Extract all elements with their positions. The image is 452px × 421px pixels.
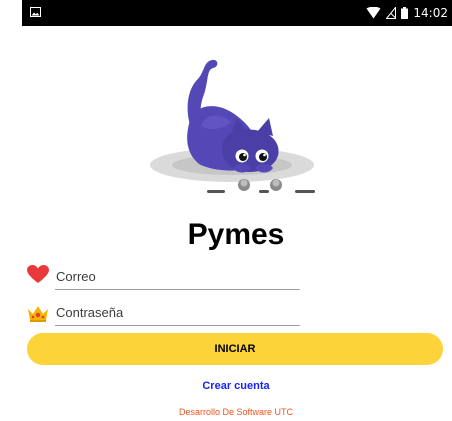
heart-icon xyxy=(27,265,49,283)
login-button[interactable]: INICIAR xyxy=(27,333,443,365)
no-signal-icon xyxy=(386,7,397,19)
email-row xyxy=(27,265,327,290)
status-bar: 14:02 xyxy=(22,0,452,26)
crown-icon xyxy=(28,306,48,322)
cat-illustration xyxy=(150,59,315,193)
wifi-icon xyxy=(366,7,381,19)
clock-time: 14:02 xyxy=(413,6,448,20)
create-account-link[interactable]: Crear cuenta xyxy=(0,380,452,392)
image-icon xyxy=(30,7,41,17)
email-field[interactable] xyxy=(55,265,300,290)
password-row xyxy=(27,301,327,326)
status-icons: 14:02 xyxy=(366,0,448,26)
app-title: Pymes xyxy=(187,218,285,251)
password-field[interactable] xyxy=(55,301,300,326)
battery-icon xyxy=(401,7,409,19)
login-screen: 14:02 Pymes Correo INICIAR Crear cuenta … xyxy=(0,0,452,421)
footer-credit: Desarrollo De Software UTC xyxy=(178,407,294,417)
